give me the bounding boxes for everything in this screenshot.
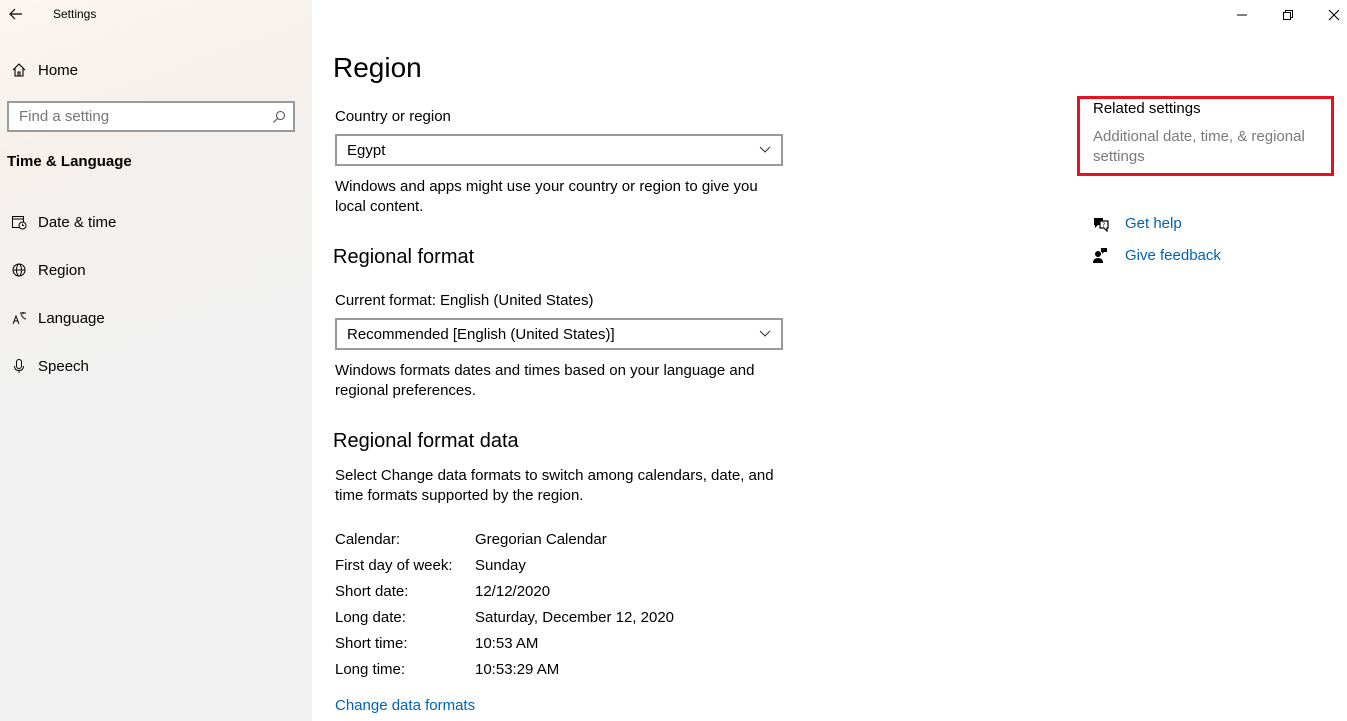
search-input[interactable]: Find a setting [7,101,295,132]
minimize-button[interactable] [1219,0,1265,30]
title-bar: Settings [0,0,312,30]
give-feedback-link[interactable]: Give feedback [1125,247,1221,264]
current-format-label: Current format: English (United States) [335,292,594,309]
short-date-label: Short date: [335,583,409,600]
format-data-description: Select Change data formats to switch amo… [335,467,774,504]
page-title: Region [333,52,422,83]
long-time-label: Long time: [335,661,406,678]
sidebar-item-label: Speech [38,357,89,375]
sidebar-item-label: Home [38,61,79,79]
chevron-down-icon [749,330,781,338]
first-day-value: Sunday [475,557,526,574]
back-arrow-icon [9,8,22,20]
close-button[interactable] [1311,0,1347,30]
change-data-formats-link[interactable]: Change data formats [335,697,475,714]
feedback-person-icon [1090,247,1125,264]
regional-format-description: Windows formats dates and times based on… [335,362,755,399]
sidebar-item-region[interactable]: Region [0,250,312,290]
sidebar: Settings Home Find a setting Time & Lang… [0,0,312,721]
svg-text:?: ? [1102,222,1105,229]
sidebar-item-language[interactable]: Language [0,298,312,338]
restore-button[interactable] [1265,0,1311,30]
format-data-heading: Regional format data [333,430,519,452]
minimize-icon [1237,14,1247,16]
calendar-label: Calendar: [335,531,401,548]
language-icon [0,310,38,326]
date-time-icon [0,214,38,230]
get-help-row[interactable]: ? Get help [1090,215,1182,232]
region-globe-icon [0,262,38,278]
country-description: Windows and apps might use your country … [335,178,758,215]
get-help-link[interactable]: Get help [1125,215,1182,232]
sidebar-item-label: Language [38,309,105,327]
help-chat-icon: ? [1090,215,1125,232]
app-title: Settings [53,7,97,21]
regional-format-value: Recommended [English (United States)] [347,325,615,343]
search-placeholder: Find a setting [19,108,110,125]
short-time-label: Short time: [335,635,408,652]
regional-format-heading: Regional format [333,246,475,268]
back-button[interactable] [4,2,28,26]
long-time-value: 10:53:29 AM [475,661,560,678]
close-icon [1328,9,1340,21]
chevron-down-icon [749,146,781,154]
long-date-label: Long date: [335,609,406,626]
sidebar-item-date-time[interactable]: Date & time [0,202,312,242]
short-date-value: 12/12/2020 [475,583,551,600]
related-settings-title: Related settings [1093,100,1201,117]
short-time-value: 10:53 AM [475,635,539,652]
first-day-label: First day of week: [335,557,453,574]
sidebar-item-label: Region [38,261,86,279]
long-date-value: Saturday, December 12, 2020 [475,609,675,626]
country-label: Country or region [335,108,451,125]
calendar-value: Gregorian Calendar [475,531,607,548]
search-icon [265,110,293,124]
sidebar-item-speech[interactable]: Speech [0,346,312,386]
sidebar-item-home[interactable]: Home [0,50,312,90]
give-feedback-row[interactable]: Give feedback [1090,247,1221,264]
regional-format-dropdown[interactable]: Recommended [English (United States)] [335,318,783,350]
section-title: Time & Language [7,153,132,170]
microphone-icon [0,358,38,374]
country-value: Egypt [347,141,386,159]
restore-icon [1283,10,1293,20]
country-dropdown[interactable]: Egypt [335,134,783,166]
home-icon [0,62,38,78]
additional-regional-settings-link[interactable]: Additional date, time, & regional settin… [1093,127,1323,167]
sidebar-item-label: Date & time [38,213,117,231]
